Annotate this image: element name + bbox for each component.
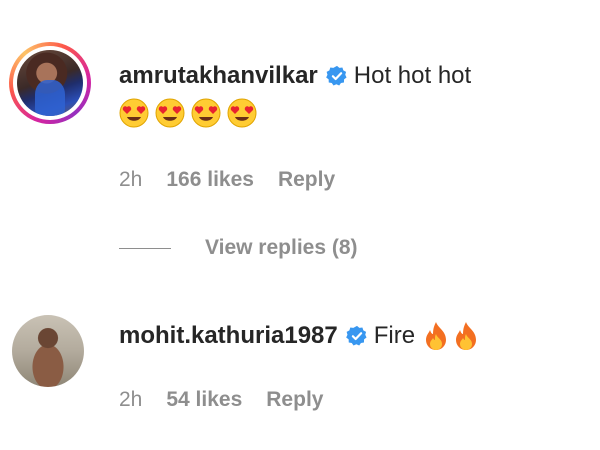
likes-count[interactable]: 166 likes <box>166 168 254 192</box>
comment-meta: 2h 54 likes Reply <box>119 388 323 412</box>
avatar[interactable] <box>12 315 84 387</box>
comment-timestamp: 2h <box>119 168 143 191</box>
comments-section: amrutakhanvilkar Hot hot hot 2h 166 like… <box>0 0 600 450</box>
emoji-row <box>423 321 479 351</box>
avatar-image <box>17 50 83 116</box>
comment-username[interactable]: amrutakhanvilkar <box>119 60 318 92</box>
view-replies-button[interactable]: View replies (8) <box>119 236 358 260</box>
reply-button[interactable]: Reply <box>266 388 323 412</box>
comment-line: mohit.kathuria1987 Fire <box>119 320 580 352</box>
avatar-image <box>12 315 84 387</box>
verified-badge-icon <box>325 65 347 86</box>
fire-emoji-icon <box>426 322 447 350</box>
comment-content: amrutakhanvilkar Hot hot hot <box>119 60 580 128</box>
avatar[interactable] <box>9 42 91 124</box>
view-replies-label: View replies (8) <box>205 236 358 259</box>
comment-meta: 2h 166 likes Reply <box>119 168 335 192</box>
avatar-inner <box>13 46 87 120</box>
heart-eyes-emoji-icon <box>227 98 257 128</box>
verified-badge-icon <box>345 325 367 346</box>
reply-button[interactable]: Reply <box>278 168 335 192</box>
comment-content: mohit.kathuria1987 Fire <box>119 320 580 352</box>
heart-eyes-emoji-icon <box>191 98 221 128</box>
comment-timestamp: 2h <box>119 388 143 411</box>
replies-divider <box>119 247 171 249</box>
comment-username[interactable]: mohit.kathuria1987 <box>119 320 338 352</box>
likes-count[interactable]: 54 likes <box>166 388 242 412</box>
heart-eyes-emoji-icon <box>155 98 185 128</box>
comment-line: amrutakhanvilkar Hot hot hot <box>119 60 580 92</box>
heart-eyes-emoji-icon <box>119 98 149 128</box>
emoji-row <box>119 98 580 128</box>
comment-text: Hot hot hot <box>353 62 472 89</box>
comment-text: Fire <box>373 322 416 349</box>
fire-emoji-icon <box>456 322 477 350</box>
